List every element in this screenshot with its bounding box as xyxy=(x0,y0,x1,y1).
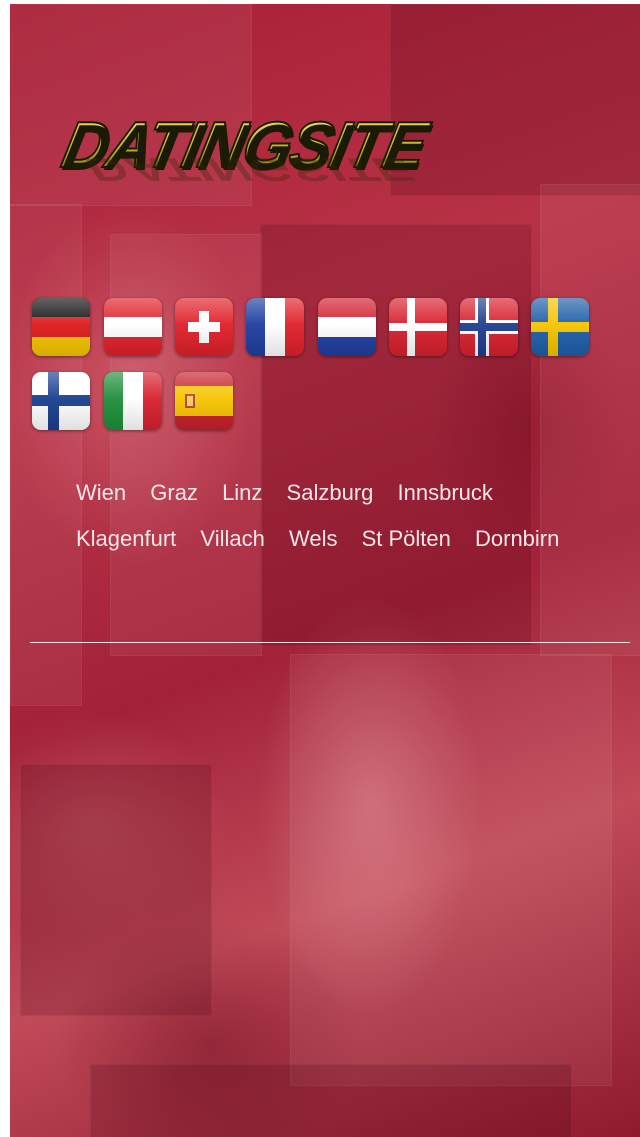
austria-flag-icon[interactable] xyxy=(104,298,162,356)
city-link-wien[interactable]: Wien xyxy=(76,470,126,516)
city-link-klagenfurt[interactable]: Klagenfurt xyxy=(76,516,176,562)
norway-flag-icon[interactable] xyxy=(460,298,518,356)
italy-flag-icon[interactable] xyxy=(104,372,162,430)
city-link-st-poelten[interactable]: St Pölten xyxy=(362,516,451,562)
logo-reflection: DATINGSITE xyxy=(81,151,417,188)
divider xyxy=(30,642,630,643)
page-background: DATINGSITE DATINGSITE Wien Graz Linz Sal… xyxy=(10,4,640,1137)
city-links: Wien Graz Linz Salzburg Innsbruck Klagen… xyxy=(76,470,596,562)
spain-flag-icon[interactable] xyxy=(175,372,233,430)
background-photo xyxy=(10,204,82,706)
background-photo xyxy=(290,654,612,1086)
netherlands-flag-icon[interactable] xyxy=(318,298,376,356)
city-link-linz[interactable]: Linz xyxy=(222,470,262,516)
sweden-flag-icon[interactable] xyxy=(531,298,589,356)
background-photo xyxy=(90,1064,572,1137)
city-link-graz[interactable]: Graz xyxy=(150,470,198,516)
city-link-salzburg[interactable]: Salzburg xyxy=(287,470,374,516)
city-link-wels[interactable]: Wels xyxy=(289,516,338,562)
city-link-innsbruck[interactable]: Innsbruck xyxy=(398,470,493,516)
background-photo xyxy=(260,224,532,646)
switzerland-flag-icon[interactable] xyxy=(175,298,233,356)
france-flag-icon[interactable] xyxy=(246,298,304,356)
denmark-flag-icon[interactable] xyxy=(389,298,447,356)
germany-flag-icon[interactable] xyxy=(32,298,90,356)
city-link-dornbirn[interactable]: Dornbirn xyxy=(475,516,559,562)
background-photo xyxy=(20,764,212,1016)
city-link-villach[interactable]: Villach xyxy=(200,516,264,562)
background-photo xyxy=(540,184,640,656)
site-logo[interactable]: DATINGSITE DATINGSITE xyxy=(55,108,484,190)
finland-flag-icon[interactable] xyxy=(32,372,90,430)
